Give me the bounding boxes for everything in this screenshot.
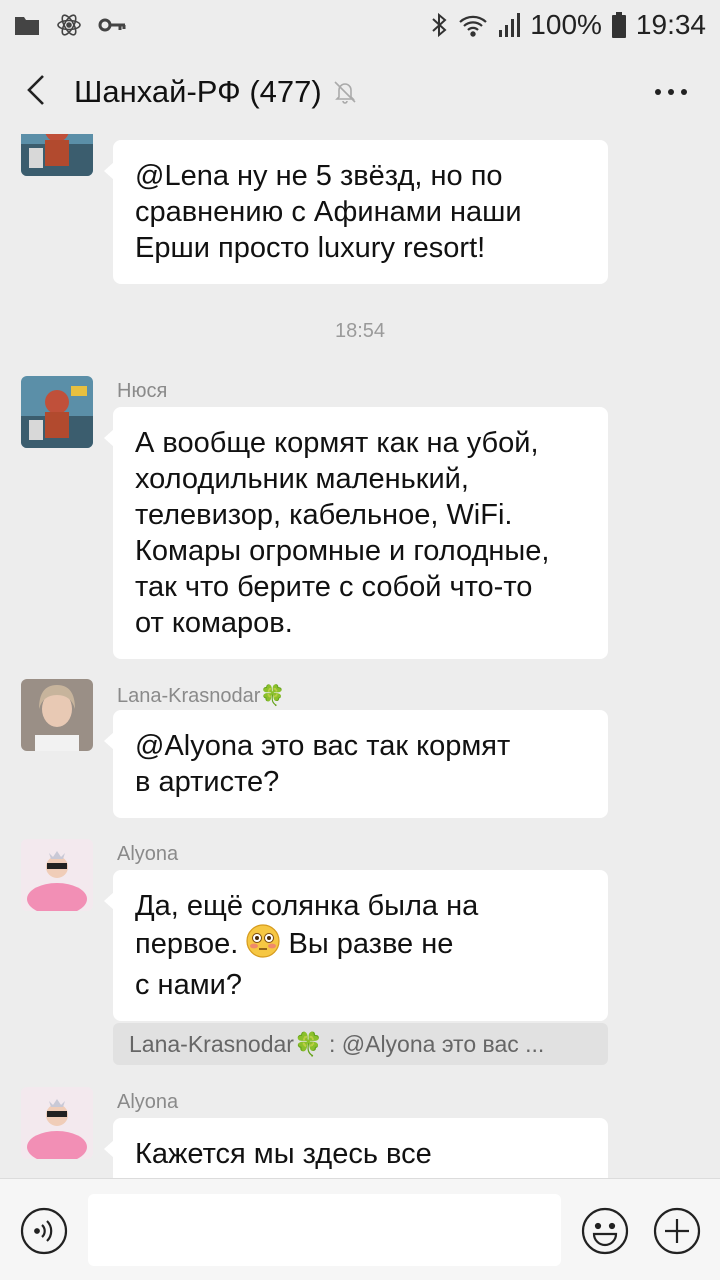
message-line: в артисте? — [135, 766, 280, 798]
more-dots-icon — [654, 83, 688, 101]
bluetooth-icon — [430, 11, 448, 39]
message-text: первое. — [135, 928, 239, 961]
message-line: сравнению с Афинами наши — [135, 196, 522, 228]
message-line: Да, ещё солянка была на — [135, 890, 479, 922]
avatar[interactable] — [21, 134, 93, 176]
sender-name: Нюся — [117, 380, 168, 402]
battery-percent: 100% — [530, 9, 602, 40]
sender-name: Alyona — [117, 1091, 179, 1113]
key-icon — [98, 15, 126, 35]
message-line: первое. Вы разве не — [135, 924, 586, 967]
chat-title: Шанхай-РФ (477) — [74, 74, 322, 109]
message-line: телевизор, кабельное, WiFi. — [135, 499, 513, 531]
message-bubble[interactable]: Да, ещё солянка была на первое. Вы разве… — [104, 870, 608, 1021]
chevron-left-icon — [25, 73, 47, 112]
avatar[interactable] — [21, 839, 93, 911]
more-button[interactable] — [646, 67, 696, 117]
plus-button[interactable] — [652, 1206, 702, 1256]
message-line: с нами? — [135, 969, 242, 1001]
message-line: Кажется мы здесь все — [135, 1138, 432, 1170]
voice-button[interactable] — [19, 1206, 69, 1256]
message-line: от комаров. — [135, 607, 293, 639]
avatar[interactable] — [21, 376, 93, 448]
quoted-message[interactable]: Lana-Krasnodar🍀 : @Alyona это вас ... — [113, 1023, 608, 1065]
back-button[interactable] — [6, 50, 66, 134]
message-list[interactable]: @Lena ну не 5 звёзд, но по сравнению с А… — [0, 134, 720, 1178]
sender-name: Lana-Krasnodar🍀 — [117, 685, 286, 707]
message-line: А вообще кормят как на убой, — [135, 427, 539, 459]
message-bubble[interactable]: А вообще кормят как на убой, холодильник… — [104, 407, 608, 659]
message-line: так что берите с собой что-то — [135, 571, 533, 603]
status-bar: 100% 19:34 — [0, 0, 720, 50]
message-text: Вы разве не — [288, 928, 454, 961]
message-bubble[interactable]: @Lena ну не 5 звёзд, но по сравнению с А… — [104, 140, 608, 284]
flushed-face-icon — [246, 924, 281, 967]
plus-icon — [652, 1207, 702, 1260]
avatar[interactable] — [21, 1087, 93, 1159]
sender-name: Alyona — [117, 843, 179, 865]
message-line: @Alyona это вас так кормят — [135, 730, 511, 762]
atom-icon — [56, 12, 82, 38]
message-line: холодильник маленький, — [135, 463, 469, 495]
folder-icon — [14, 14, 40, 36]
battery-icon — [611, 12, 626, 38]
message-bubble[interactable]: Кажется мы здесь все — [104, 1118, 608, 1178]
voice-icon — [19, 1207, 69, 1260]
emoji-button[interactable] — [580, 1206, 630, 1256]
message-input[interactable] — [88, 1194, 561, 1266]
message-bubble[interactable]: @Alyona это вас так кормят в артисте? — [104, 710, 608, 818]
avatar[interactable] — [21, 679, 93, 751]
timestamp: 18:54 — [334, 320, 386, 342]
smiley-icon — [580, 1207, 630, 1260]
message-line: @Lena ну не 5 звёзд, но по — [135, 160, 503, 192]
clock: 19:34 — [635, 9, 706, 40]
signal-icon — [498, 12, 521, 38]
wifi-icon — [458, 13, 488, 37]
bell-off-icon — [332, 79, 358, 105]
chat-header: Шанхай-РФ (477) — [0, 50, 720, 134]
input-bar — [0, 1178, 720, 1280]
message-line: Ерши просто luxury resort! — [135, 232, 486, 264]
message-line: Комары огромные и голодные, — [135, 535, 550, 567]
